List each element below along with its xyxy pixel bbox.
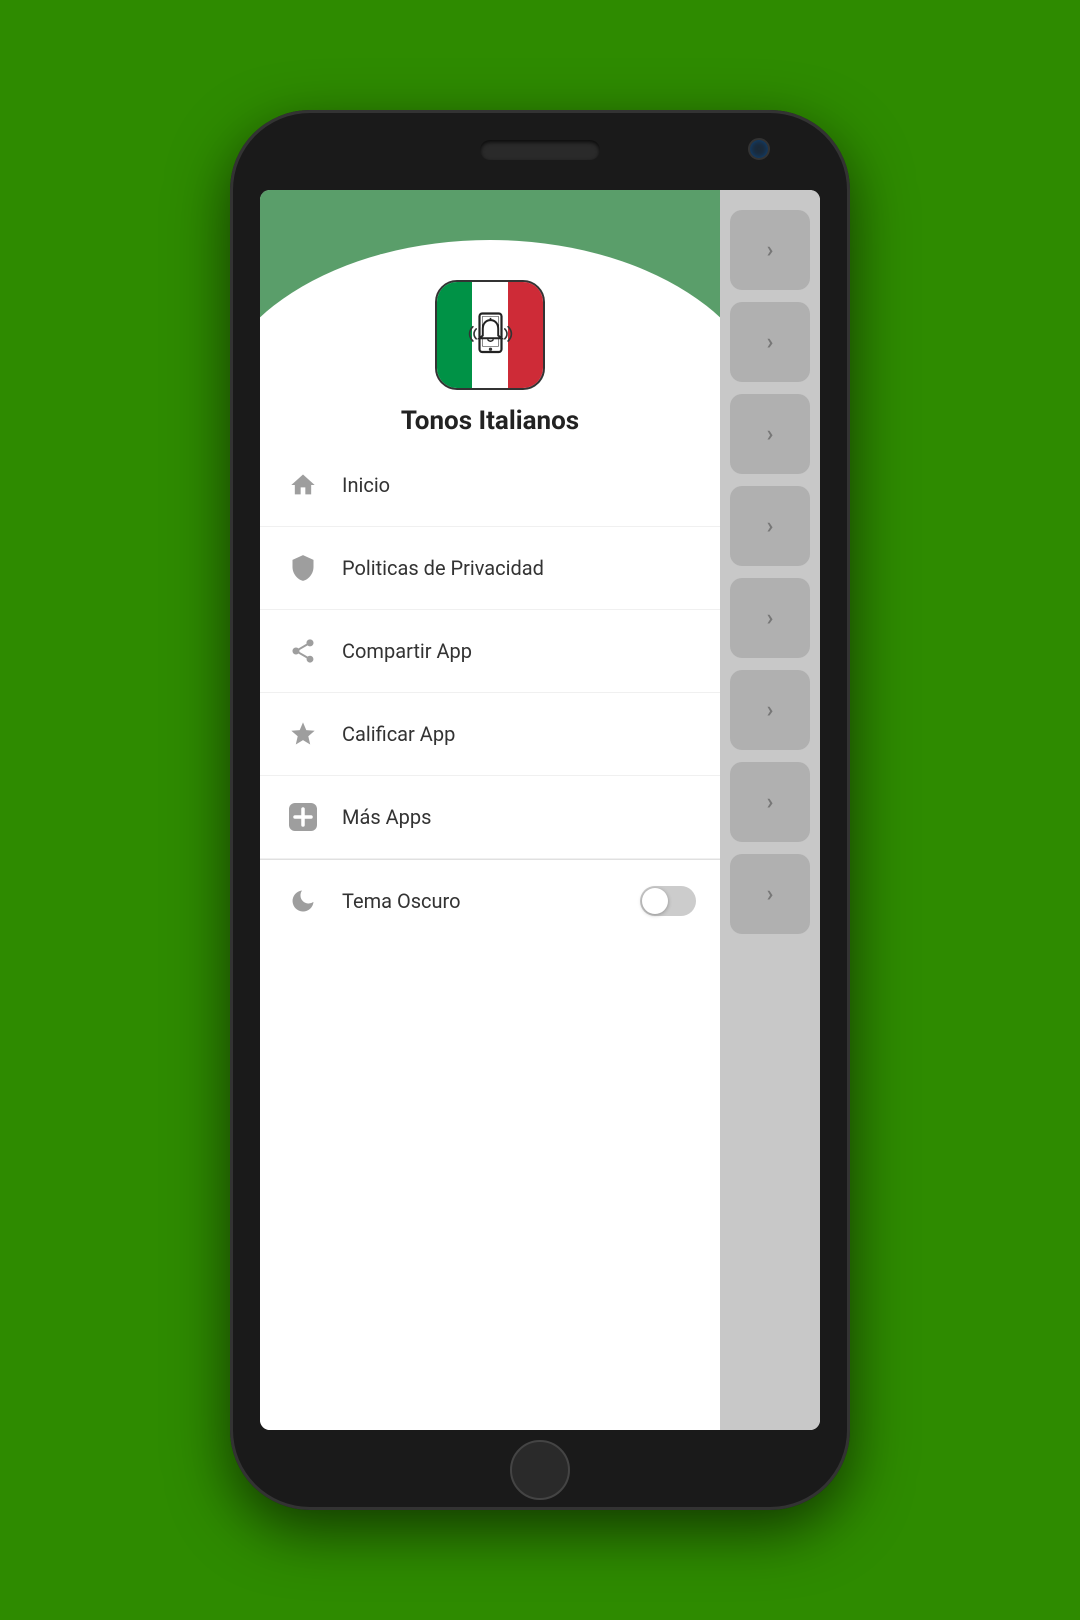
right-panel-item-1[interactable]: › xyxy=(730,210,810,290)
right-arrow-5: › xyxy=(767,606,774,631)
main-panel: Tonos Italianos Inicio xyxy=(260,190,720,1430)
tema-oscuro-toggle[interactable] xyxy=(640,886,696,916)
menu-item-mas-apps[interactable]: Más Apps xyxy=(260,776,720,859)
app-logo xyxy=(435,280,545,390)
right-panel: › › › › › › › › xyxy=(720,190,820,1430)
menu-item-privacidad[interactable]: Politicas de Privacidad xyxy=(260,527,720,610)
right-arrow-8: › xyxy=(767,882,774,907)
right-panel-item-5[interactable]: › xyxy=(730,578,810,658)
plus-icon xyxy=(284,798,322,836)
right-arrow-2: › xyxy=(767,330,774,355)
app-logo-container xyxy=(260,280,720,390)
app-title-section: Tonos Italianos xyxy=(260,390,720,444)
right-panel-item-2[interactable]: › xyxy=(730,302,810,382)
right-arrow-4: › xyxy=(767,514,774,539)
menu-item-compartir[interactable]: Compartir App xyxy=(260,610,720,693)
front-camera xyxy=(748,138,770,160)
phone-bottom-bar xyxy=(230,1430,850,1510)
menu-item-inicio[interactable]: Inicio xyxy=(260,444,720,527)
right-panel-item-7[interactable]: › xyxy=(730,762,810,842)
right-panel-item-3[interactable]: › xyxy=(730,394,810,474)
header-section xyxy=(260,190,720,390)
menu-item-calificar[interactable]: Calificar App xyxy=(260,693,720,776)
menu-label-privacidad: Politicas de Privacidad xyxy=(342,556,544,580)
share-icon xyxy=(284,632,322,670)
moon-icon xyxy=(284,882,322,920)
tema-oscuro-section: Tema Oscuro xyxy=(260,859,720,942)
menu-label-calificar: Calificar App xyxy=(342,722,455,746)
right-arrow-7: › xyxy=(767,790,774,815)
tema-oscuro-label: Tema Oscuro xyxy=(342,889,640,913)
right-panel-item-6[interactable]: › xyxy=(730,670,810,750)
right-panel-item-8[interactable]: › xyxy=(730,854,810,934)
star-icon xyxy=(284,715,322,753)
shield-icon xyxy=(284,549,322,587)
right-panel-item-4[interactable]: › xyxy=(730,486,810,566)
toggle-knob xyxy=(642,888,668,914)
menu-list: Inicio Politicas de Privacidad xyxy=(260,444,720,1430)
menu-label-compartir: Compartir App xyxy=(342,639,472,663)
menu-label-mas-apps: Más Apps xyxy=(342,805,431,829)
right-arrow-1: › xyxy=(767,238,774,263)
screen-wrapper: Tonos Italianos Inicio xyxy=(260,190,820,1430)
home-icon xyxy=(284,466,322,504)
menu-label-inicio: Inicio xyxy=(342,473,390,497)
phone-frame: Tonos Italianos Inicio xyxy=(230,110,850,1510)
right-arrow-6: › xyxy=(767,698,774,723)
phone-top-bar xyxy=(230,110,850,190)
app-title: Tonos Italianos xyxy=(401,406,579,436)
speaker-grille xyxy=(480,140,600,160)
right-arrow-3: › xyxy=(767,422,774,447)
home-button[interactable] xyxy=(510,1440,570,1500)
